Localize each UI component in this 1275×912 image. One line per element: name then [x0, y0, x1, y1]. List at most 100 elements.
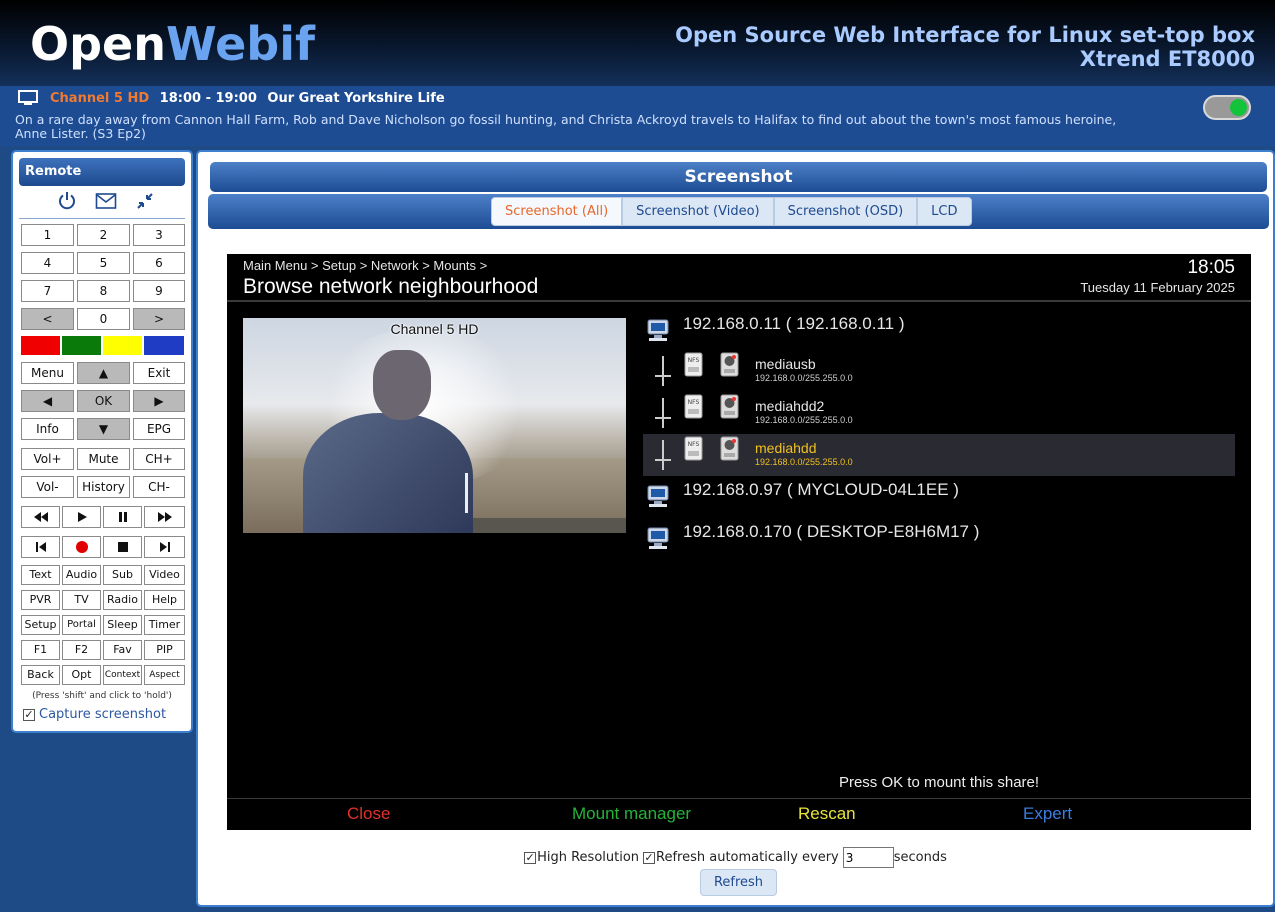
tab-screenshot-osd[interactable]: Screenshot (OSD): [773, 197, 918, 226]
key-ok[interactable]: OK: [77, 390, 130, 412]
key-video[interactable]: Video: [144, 565, 185, 585]
key-8[interactable]: 8: [77, 280, 130, 302]
key-pvr[interactable]: PVR: [21, 590, 60, 610]
svg-text:NFS: NFS: [688, 441, 700, 448]
refresh-button[interactable]: Refresh: [700, 869, 777, 896]
osd-key-expert: Expert: [1023, 804, 1073, 823]
key-ch-down[interactable]: CH-: [133, 476, 185, 498]
key-prev[interactable]: <: [21, 308, 74, 330]
skip-forward-button[interactable]: [144, 536, 185, 558]
svg-text:NFS: NFS: [688, 357, 700, 364]
remote-title: Remote: [19, 158, 185, 186]
rewind-button[interactable]: [21, 506, 60, 528]
key-next[interactable]: >: [133, 308, 185, 330]
key-context[interactable]: Context: [103, 665, 142, 685]
pause-button[interactable]: [103, 506, 142, 528]
key-red[interactable]: [21, 336, 60, 355]
key-aspect[interactable]: Aspect: [144, 665, 185, 685]
play-button[interactable]: [62, 506, 101, 528]
power-icon[interactable]: [57, 191, 77, 211]
key-left[interactable]: ◀: [21, 390, 74, 412]
key-tv[interactable]: TV: [62, 590, 101, 610]
share-item-selected: NFS mediahdd 192.168.0.0/255.255.0.0: [643, 434, 1235, 476]
key-menu[interactable]: Menu: [21, 362, 74, 384]
key-back[interactable]: Back: [21, 665, 60, 685]
key-0[interactable]: 0: [77, 308, 130, 330]
key-pip[interactable]: PIP: [144, 640, 185, 660]
now-playing-channel[interactable]: Channel 5 HD: [50, 91, 149, 106]
osd-footer-divider: [227, 798, 1251, 799]
skip-back-button[interactable]: [21, 536, 60, 558]
key-sub[interactable]: Sub: [103, 565, 142, 585]
key-fav[interactable]: Fav: [103, 640, 142, 660]
key-audio[interactable]: Audio: [62, 565, 101, 585]
key-opt[interactable]: Opt: [62, 665, 101, 685]
toggle-knob: [1230, 99, 1247, 116]
tab-lcd[interactable]: LCD: [917, 197, 972, 226]
key-f1[interactable]: F1: [21, 640, 60, 660]
tagline: Open Source Web Interface for Linux set-…: [675, 23, 1255, 71]
key-vol-up[interactable]: Vol+: [21, 448, 74, 470]
key-1[interactable]: 1: [21, 224, 74, 246]
key-green[interactable]: [62, 336, 101, 355]
key-5[interactable]: 5: [77, 252, 130, 274]
stop-button[interactable]: [103, 536, 142, 558]
fast-forward-button[interactable]: [144, 506, 185, 528]
refresh-interval-input[interactable]: [842, 847, 894, 868]
key-sleep[interactable]: Sleep: [103, 615, 142, 635]
capture-label: Capture screenshot: [39, 707, 167, 722]
share-ip: 192.168.0.0/255.255.0.0: [755, 415, 853, 425]
capture-screenshot-option[interactable]: ✓ Capture screenshot: [23, 707, 166, 723]
key-portal[interactable]: Portal: [62, 615, 101, 635]
key-radio[interactable]: Radio: [103, 590, 142, 610]
key-up[interactable]: ▲: [77, 362, 130, 384]
tab-screenshot-all[interactable]: Screenshot (All): [491, 197, 623, 226]
now-playing-program: Our Great Yorkshire Life: [267, 91, 445, 106]
key-3[interactable]: 3: [133, 224, 185, 246]
key-ch-up[interactable]: CH+: [133, 448, 185, 470]
key-4[interactable]: 4: [21, 252, 74, 274]
key-blue[interactable]: [144, 336, 184, 355]
high-resolution-checkbox[interactable]: ✓: [524, 851, 537, 864]
high-resolution-option[interactable]: ✓ High Resolution: [524, 849, 639, 867]
now-playing-time: 18:00 - 19:00: [159, 91, 257, 106]
tab-screenshot-video[interactable]: Screenshot (Video): [622, 197, 774, 226]
nfs-share-icon: NFS: [684, 352, 703, 377]
screenshot-options: ✓ High Resolution ✓ Refresh automatically …: [198, 847, 1273, 868]
key-epg[interactable]: EPG: [133, 418, 185, 440]
key-help[interactable]: Help: [144, 590, 185, 610]
high-resolution-label: High Resolution: [537, 849, 640, 865]
auto-refresh-checkbox[interactable]: ✓: [643, 851, 656, 864]
theme-toggle[interactable]: [1203, 95, 1251, 120]
share-ip: 192.168.0.0/255.255.0.0: [755, 373, 853, 383]
tv-icon: [18, 90, 38, 105]
key-exit[interactable]: Exit: [133, 362, 185, 384]
osd-divider: [227, 300, 1251, 302]
share-name: mediahdd: [755, 440, 817, 456]
network-host-icon: [647, 485, 669, 507]
key-history[interactable]: History: [77, 476, 130, 498]
key-timer[interactable]: Timer: [144, 615, 185, 635]
hold-note: (Press 'shift' and click to 'hold'): [32, 691, 172, 701]
disk-icon: [720, 352, 739, 377]
mail-icon[interactable]: [95, 192, 117, 210]
svg-text:NFS: NFS: [688, 399, 700, 406]
capture-checkbox[interactable]: ✓: [23, 709, 35, 721]
key-mute[interactable]: Mute: [77, 448, 130, 470]
key-9[interactable]: 9: [133, 280, 185, 302]
key-f2[interactable]: F2: [62, 640, 101, 660]
record-button[interactable]: [62, 536, 101, 558]
key-right[interactable]: ▶: [133, 390, 185, 412]
key-down[interactable]: ▼: [77, 418, 130, 440]
auto-refresh-option[interactable]: ✓ Refresh automatically every: [643, 849, 839, 867]
preview-post: [465, 473, 468, 513]
key-7[interactable]: 7: [21, 280, 74, 302]
key-2[interactable]: 2: [77, 224, 130, 246]
minimize-icon[interactable]: [135, 191, 155, 211]
key-vol-down[interactable]: Vol-: [21, 476, 74, 498]
key-yellow[interactable]: [103, 336, 142, 355]
key-setup[interactable]: Setup: [21, 615, 60, 635]
key-6[interactable]: 6: [133, 252, 185, 274]
key-info[interactable]: Info: [21, 418, 74, 440]
key-text[interactable]: Text: [21, 565, 60, 585]
